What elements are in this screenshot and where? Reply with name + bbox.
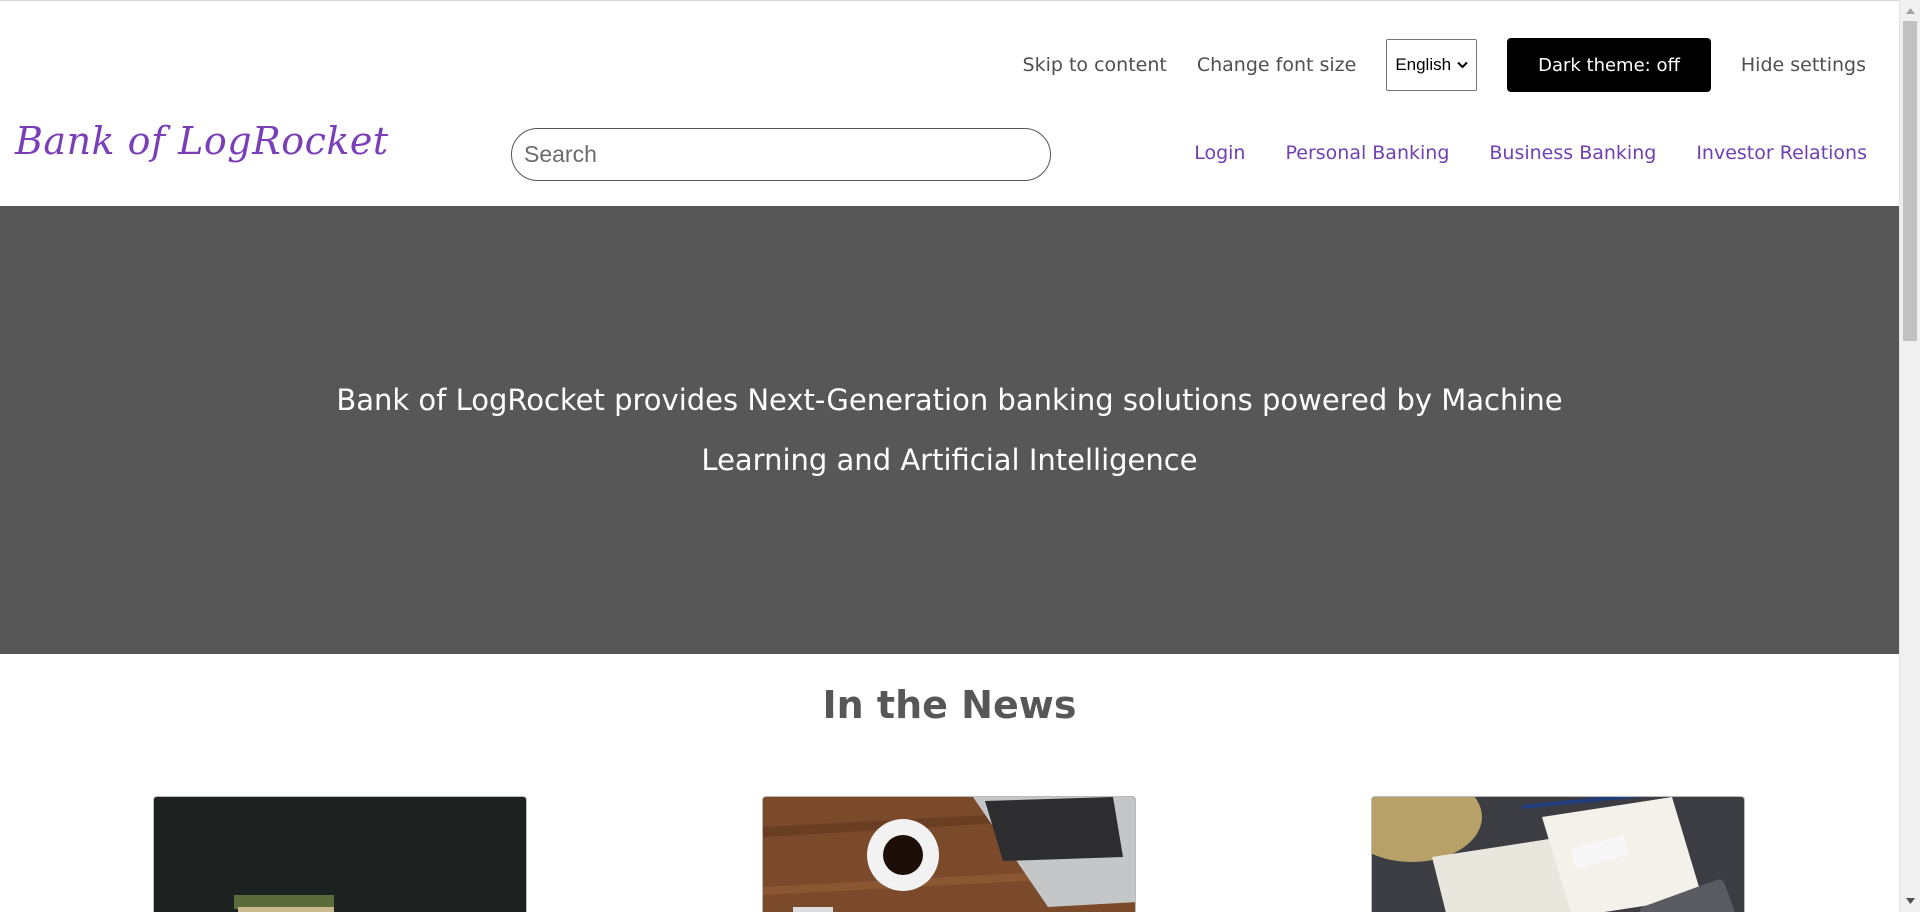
dark-theme-toggle-button[interactable]: Dark theme: off <box>1507 38 1711 92</box>
bank-logo[interactable]: Bank of LogRocket <box>15 119 389 163</box>
nav-login-link[interactable]: Login <box>1194 142 1245 164</box>
language-select-value: English <box>1395 55 1452 74</box>
skip-to-content-link[interactable]: Skip to content <box>1023 54 1167 76</box>
desk-with-laptop-image <box>763 797 1135 912</box>
papers-and-pens-image <box>1372 797 1744 912</box>
page: Skip to content Change font size English… <box>0 0 1899 912</box>
nav-investor-relations-link[interactable]: Investor Relations <box>1696 142 1867 164</box>
chevron-down-icon <box>1457 61 1468 69</box>
hide-settings-button[interactable]: Hide settings <box>1741 54 1866 76</box>
news-heading: In the News <box>822 683 1077 727</box>
hero-banner: Bank of LogRocket provides Next-Generati… <box>0 206 1899 654</box>
vertical-scrollbar[interactable] <box>1899 0 1920 912</box>
scroll-up-icon[interactable] <box>1900 2 1920 20</box>
books-on-chalkboard-image <box>154 797 526 912</box>
news-card-image-papers[interactable] <box>1371 796 1745 912</box>
scrollbar-thumb[interactable] <box>1903 21 1917 341</box>
change-font-size-button[interactable]: Change font size <box>1197 54 1356 76</box>
search-input[interactable] <box>511 128 1051 181</box>
scroll-down-icon[interactable] <box>1900 892 1920 910</box>
settings-bar: Skip to content Change font size English… <box>1023 38 1866 92</box>
nav-personal-banking-link[interactable]: Personal Banking <box>1285 142 1449 164</box>
news-card-image-desk[interactable] <box>762 796 1136 912</box>
news-card-image-books[interactable] <box>153 796 527 912</box>
language-select[interactable]: English <box>1386 39 1478 91</box>
hero-text: Bank of LogRocket provides Next-Generati… <box>336 383 1563 477</box>
main-nav: Login Personal Banking Business Banking … <box>1194 142 1867 164</box>
nav-business-banking-link[interactable]: Business Banking <box>1489 142 1656 164</box>
